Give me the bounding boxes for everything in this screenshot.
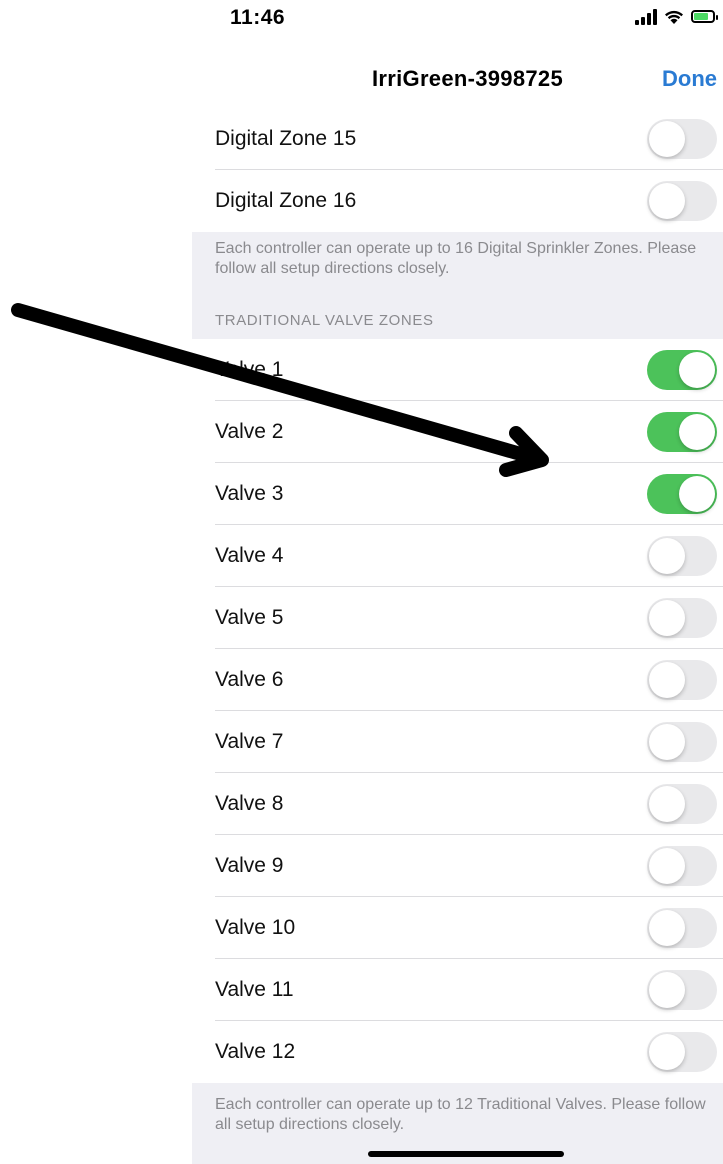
battery-charging-icon <box>691 10 718 23</box>
row-label: Valve 12 <box>215 1040 296 1063</box>
valve-group: Valve 1 Valve 2 Valve 3 Valve 4 Valve 5 … <box>192 339 723 1083</box>
valve-11-toggle[interactable] <box>647 970 717 1010</box>
list-item-valve-3: Valve 3 <box>192 463 723 525</box>
status-time: 11:46 <box>230 6 286 29</box>
digital-zones-footer-note: Each controller can operate up to 16 Dig… <box>192 232 723 287</box>
row-label: Valve 4 <box>215 544 284 567</box>
valve-9-toggle[interactable] <box>647 846 717 886</box>
valve-5-toggle[interactable] <box>647 598 717 638</box>
list-item-valve-8: Valve 8 <box>192 773 723 835</box>
valve-7-toggle[interactable] <box>647 722 717 762</box>
digital-zone-15-toggle[interactable] <box>647 119 717 159</box>
list-item-valve-4: Valve 4 <box>192 525 723 587</box>
valve-6-toggle[interactable] <box>647 660 717 700</box>
list-item-valve-2: Valve 2 <box>192 401 723 463</box>
section-header-label: TRADITIONAL VALVE ZONES <box>215 312 434 329</box>
row-label: Valve 6 <box>215 668 284 691</box>
digital-zone-16-toggle[interactable] <box>647 181 717 221</box>
row-label: Valve 2 <box>215 420 284 443</box>
home-indicator <box>368 1151 564 1157</box>
navigation-bar: IrriGreen-3998725 Done <box>192 52 723 108</box>
status-bar: 11:46 <box>192 0 723 40</box>
row-label: Valve 9 <box>215 854 284 877</box>
list-item-digital-zone-15: Digital Zone 15 <box>192 108 723 170</box>
section-header: TRADITIONAL VALVE ZONES <box>192 287 723 339</box>
list-item-valve-5: Valve 5 <box>192 587 723 649</box>
list-item-valve-6: Valve 6 <box>192 649 723 711</box>
valve-12-toggle[interactable] <box>647 1032 717 1072</box>
list-item-valve-12: Valve 12 <box>192 1021 723 1083</box>
list-item-valve-11: Valve 11 <box>192 959 723 1021</box>
valve-2-toggle[interactable] <box>647 412 717 452</box>
row-label: Valve 11 <box>215 978 294 1001</box>
row-label: Valve 10 <box>215 916 296 939</box>
list-item-valve-9: Valve 9 <box>192 835 723 897</box>
wifi-icon <box>665 10 683 24</box>
list-item-valve-10: Valve 10 <box>192 897 723 959</box>
valve-8-toggle[interactable] <box>647 784 717 824</box>
valve-10-toggle[interactable] <box>647 908 717 948</box>
list-item-digital-zone-16: Digital Zone 16 <box>192 170 723 232</box>
valve-3-toggle[interactable] <box>647 474 717 514</box>
row-label: Valve 1 <box>215 358 284 381</box>
digital-zone-group: Digital Zone 15 Digital Zone 16 <box>192 108 723 232</box>
valve-4-toggle[interactable] <box>647 536 717 576</box>
done-button[interactable]: Done <box>662 66 717 92</box>
valve-1-toggle[interactable] <box>647 350 717 390</box>
settings-list: Digital Zone 15 Digital Zone 16 Each con… <box>192 108 723 1164</box>
row-label: Valve 5 <box>215 606 284 629</box>
row-label: Valve 3 <box>215 482 284 505</box>
cellular-signal-icon <box>635 8 657 25</box>
list-item-valve-7: Valve 7 <box>192 711 723 773</box>
row-label: Digital Zone 15 <box>215 127 357 150</box>
status-icons <box>635 8 718 25</box>
list-item-valve-1: Valve 1 <box>192 339 723 401</box>
row-label: Valve 7 <box>215 730 284 753</box>
row-label: Digital Zone 16 <box>215 189 357 212</box>
page-title: IrriGreen-3998725 <box>371 66 563 91</box>
phone-screen: 11:46 IrriGreen-3998725 Done Digital Zon… <box>192 0 723 1164</box>
row-label: Valve 8 <box>215 792 284 815</box>
